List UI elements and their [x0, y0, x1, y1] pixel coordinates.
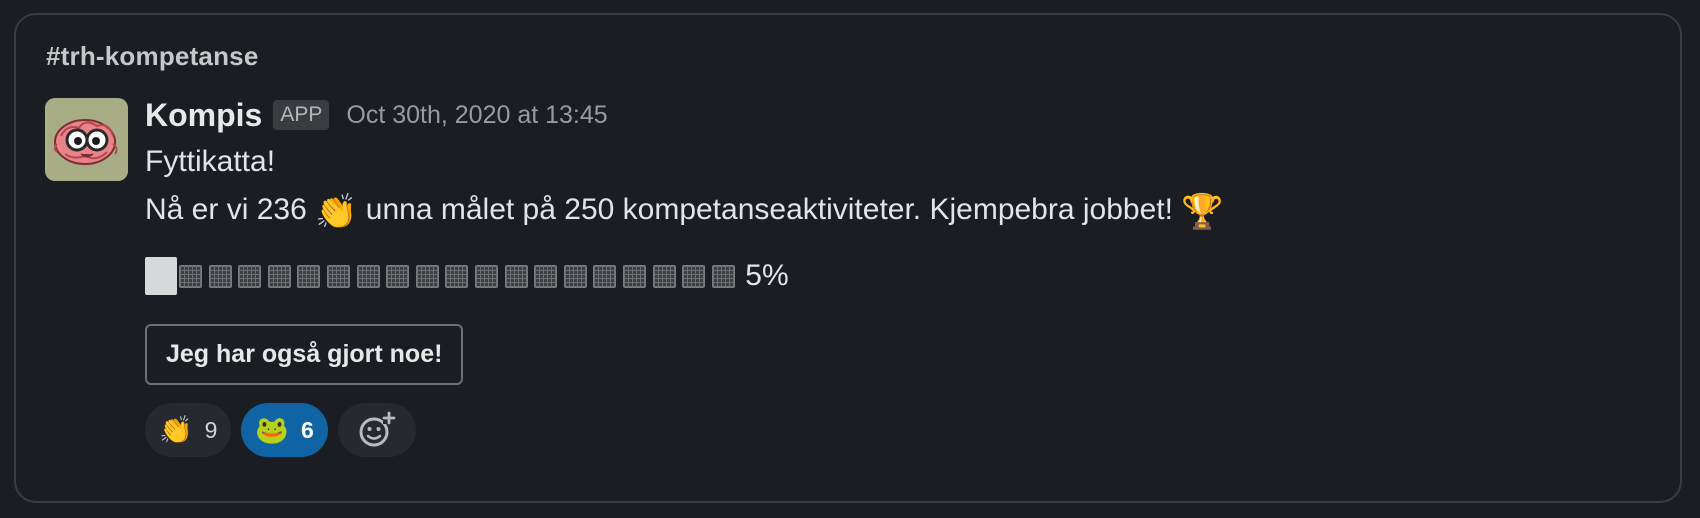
progress-segment-empty: [652, 264, 676, 288]
clapping-hands-icon: 👏: [315, 192, 358, 232]
progress-segment-empty: [267, 264, 291, 288]
reactions-bar: 👏 9 🐸 6: [145, 403, 1660, 457]
progress-segment-empty: [593, 264, 617, 288]
frog-icon: 🐸: [255, 414, 290, 446]
progress-bar: 5%: [145, 256, 1660, 296]
message-text-post: unna målet på 250 kompetanseaktiviteter.…: [365, 193, 1173, 226]
progress-segment-empty: [297, 264, 321, 288]
progress-segment-filled: [145, 257, 177, 295]
progress-segment-empty: [622, 264, 646, 288]
progress-segment-empty: [238, 264, 262, 288]
progress-segment-empty: [326, 264, 350, 288]
progress-segment-empty: [534, 264, 558, 288]
reaction-clap[interactable]: 👏 9: [145, 403, 232, 457]
progress-segment-empty: [563, 264, 587, 288]
progress-percent: 5%: [745, 259, 789, 292]
progress-segment-empty: [504, 264, 528, 288]
avatar[interactable]: [45, 98, 128, 181]
progress-segment-empty: [711, 264, 735, 288]
add-reaction-button[interactable]: [337, 403, 416, 457]
message-content: Kompis APP Oct 30th, 2020 at 13:45 Fytti…: [145, 94, 1660, 457]
done-something-button[interactable]: Jeg har også gjort noe!: [145, 324, 464, 385]
app-badge: APP: [273, 100, 330, 130]
progress-segment-empty: [445, 264, 469, 288]
reaction-count: 6: [301, 416, 314, 443]
message-text-pre: Nå er vi 236: [145, 193, 307, 226]
progress-segment-empty: [415, 264, 439, 288]
timestamp[interactable]: Oct 30th, 2020 at 13:45: [346, 101, 607, 130]
trophy-icon: 🏆: [1181, 192, 1224, 232]
reaction-frog[interactable]: 🐸 6: [241, 403, 328, 457]
progress-segment-empty: [474, 264, 498, 288]
reaction-count: 9: [204, 416, 218, 443]
progress-segments: [145, 257, 741, 295]
progress-segment-empty: [386, 264, 410, 288]
brain-with-glasses-icon: [54, 119, 118, 165]
progress-segment-empty: [208, 264, 232, 288]
message-line-1: Fyttikatta!: [145, 145, 276, 178]
add-reaction-icon: [359, 411, 396, 447]
progress-segment-empty: [356, 264, 380, 288]
progress-segment-empty: [682, 264, 706, 288]
sender-name[interactable]: Kompis: [145, 97, 262, 134]
clapping-hands-icon: 👏: [159, 414, 193, 446]
message-line-2: Nå er vi 236 👏 unna målet på 250 kompeta…: [145, 186, 1660, 236]
message-card: #trh-kompetanse Kompis APP Oct 30th, 202…: [14, 13, 1682, 503]
progress-segment-empty: [179, 264, 202, 288]
channel-name[interactable]: #trh-kompetanse: [46, 41, 259, 72]
message-header: Kompis APP Oct 30th, 2020 at 13:45: [145, 94, 1660, 136]
